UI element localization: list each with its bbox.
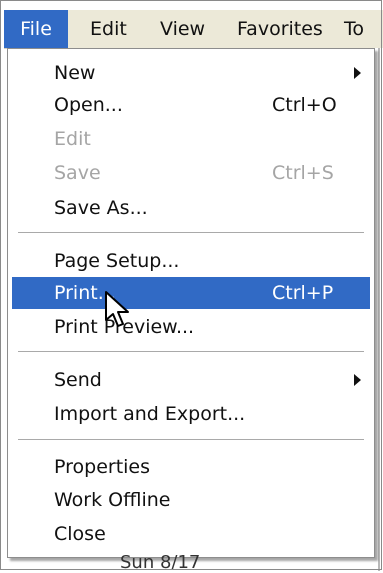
- menu-item-label: Edit: [54, 128, 91, 150]
- menu-item-print-preview[interactable]: Print Preview...: [12, 311, 370, 343]
- menu-item-label: Properties: [54, 456, 151, 478]
- menu-edit[interactable]: Edit: [90, 10, 127, 48]
- background-date-text: Sun 8/17: [120, 552, 201, 573]
- menu-item-label: Import and Export...: [54, 403, 246, 425]
- mouse-pointer-icon: [105, 291, 129, 327]
- menu-item-label: Page Setup...: [54, 250, 180, 272]
- submenu-arrow-icon: [354, 374, 361, 386]
- menu-item-send[interactable]: Send: [12, 364, 370, 396]
- screenshot-frame: File Edit View Favorites To New Open... …: [0, 0, 383, 573]
- menu-item-label: Save As...: [54, 197, 148, 219]
- menu-item-edit: Edit: [12, 123, 370, 155]
- menu-item-label: Save: [54, 162, 101, 184]
- menu-item-properties[interactable]: Properties: [12, 451, 370, 483]
- window-divider: [378, 48, 380, 571]
- menu-item-close[interactable]: Close: [12, 518, 370, 550]
- submenu-arrow-icon: [354, 67, 361, 79]
- menu-bar: File Edit View Favorites To: [4, 10, 383, 49]
- menu-item-page-setup[interactable]: Page Setup...: [12, 245, 370, 277]
- menu-item-print[interactable]: Print... Ctrl+P: [12, 277, 370, 309]
- menu-separator: [18, 232, 364, 234]
- menu-tools[interactable]: To: [344, 10, 364, 48]
- menu-separator: [18, 439, 364, 441]
- menu-item-import-export[interactable]: Import and Export...: [12, 398, 370, 430]
- menu-item-label: Close: [54, 523, 106, 545]
- menu-item-save-as[interactable]: Save As...: [12, 192, 370, 224]
- menu-item-new[interactable]: New: [12, 57, 370, 89]
- menu-item-shortcut: Ctrl+S: [272, 162, 334, 184]
- file-menu: New Open... Ctrl+O Edit Save Ctrl+S Save…: [7, 48, 375, 558]
- menu-favorites[interactable]: Favorites: [237, 10, 323, 48]
- menu-item-open[interactable]: Open... Ctrl+O: [12, 89, 370, 121]
- menu-item-label: New: [54, 62, 96, 84]
- menu-item-shortcut: Ctrl+P: [272, 282, 334, 304]
- menu-view[interactable]: View: [160, 10, 205, 48]
- menu-item-label: Send: [54, 369, 102, 391]
- menu-item-shortcut: Ctrl+O: [272, 94, 337, 116]
- menu-separator: [18, 351, 364, 353]
- menu-item-label: Open...: [54, 94, 123, 116]
- menu-item-label: Work Offline: [54, 489, 171, 511]
- menu-item-save: Save Ctrl+S: [12, 157, 370, 189]
- menu-item-work-offline[interactable]: Work Offline: [12, 484, 370, 516]
- menu-file[interactable]: File: [4, 10, 68, 48]
